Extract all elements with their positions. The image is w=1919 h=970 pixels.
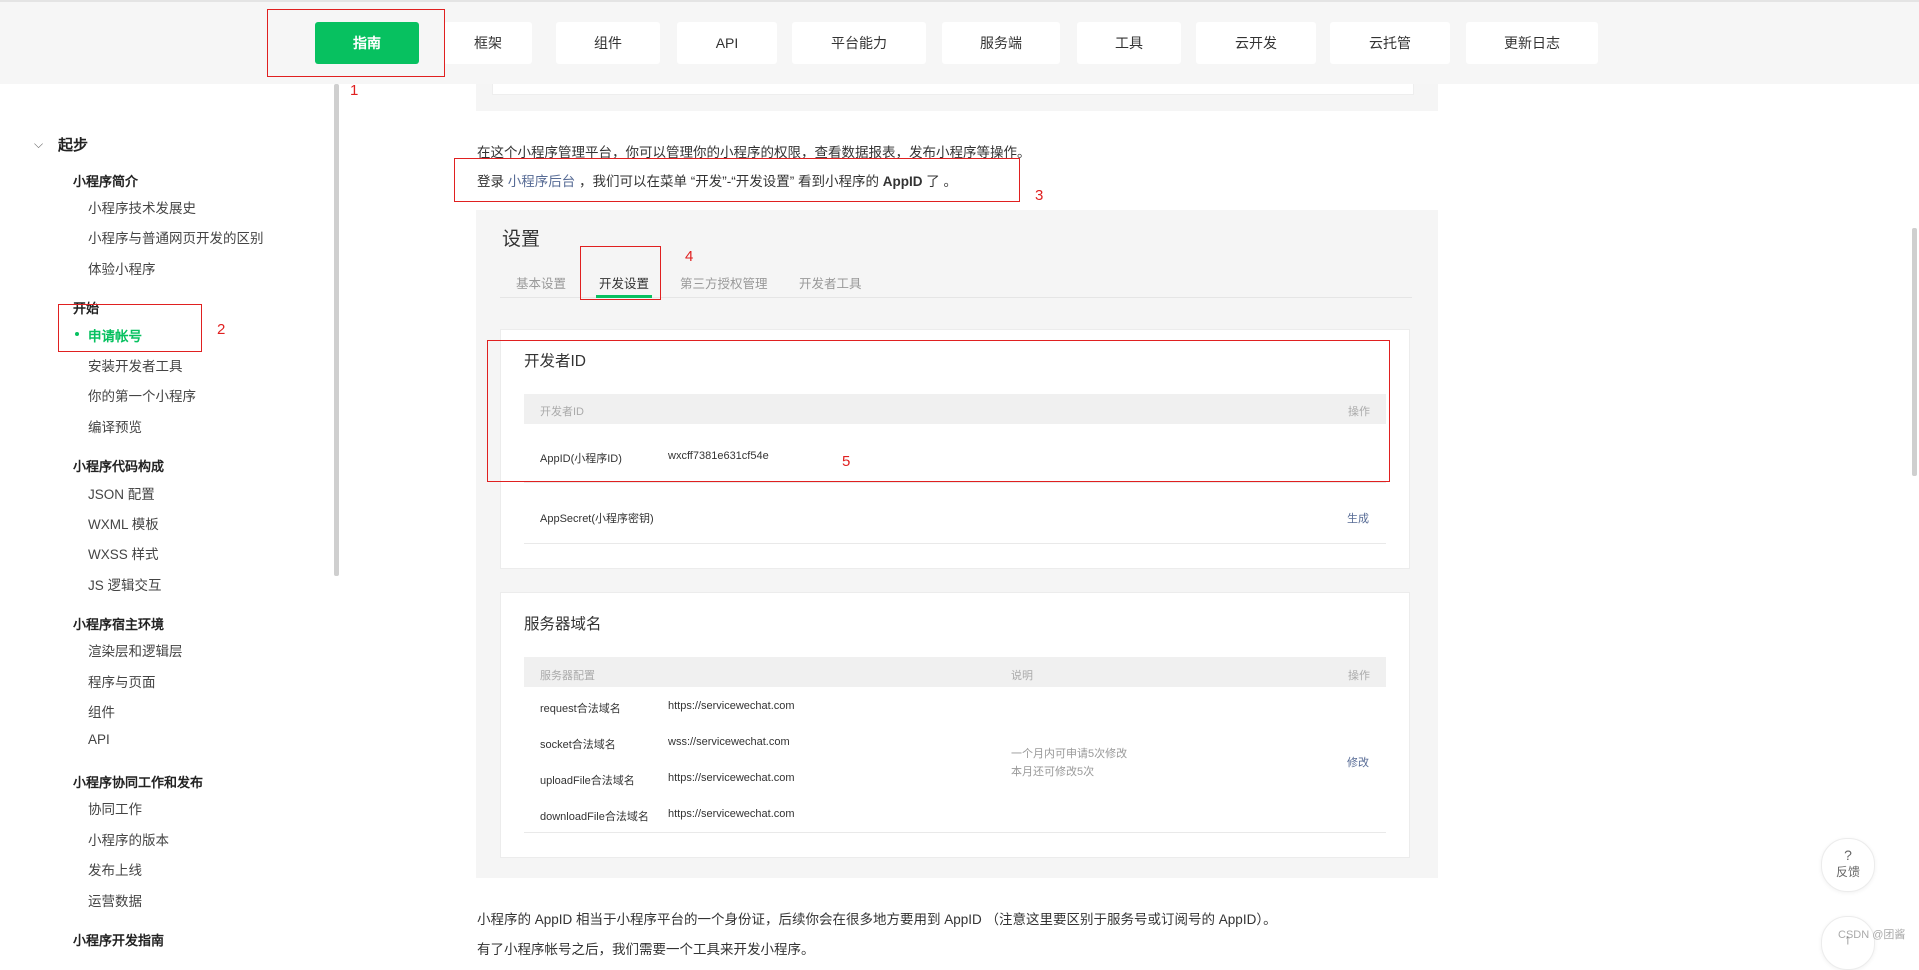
row-divider <box>524 482 1386 483</box>
back-to-top-button[interactable]: ↑ <box>1821 916 1875 970</box>
domain-label: request合法域名 <box>540 703 621 715</box>
annotation-number-3: 3 <box>1035 187 1044 204</box>
sidebar-item[interactable]: 小程序的版本 <box>88 829 169 849</box>
sidebar-item[interactable]: 协同工作 <box>88 798 142 818</box>
annotation-box-4 <box>580 246 661 300</box>
sidebar-item[interactable]: 程序与页面 <box>88 671 156 691</box>
annotation-box-3 <box>454 158 1020 202</box>
sidebar-item[interactable]: WXSS 样式 <box>88 543 159 563</box>
modify-note-line1: 一个月内可申请5次修改 <box>1011 748 1128 760</box>
header-server-config: 服务器配置 <box>540 670 595 682</box>
nav-item-platform[interactable]: 平台能力 <box>792 22 926 64</box>
chevron-down-icon[interactable]: ⌵ <box>34 137 43 152</box>
tab-basic-settings[interactable]: 基本设置 <box>516 273 566 292</box>
nav-item-cloud-dev[interactable]: 云开发 <box>1196 22 1316 64</box>
sidebar-scrollbar[interactable] <box>334 84 339 576</box>
sidebar-item[interactable]: 组件 <box>88 701 115 721</box>
nav-item-tools[interactable]: 工具 <box>1077 22 1181 64</box>
modify-note-line2: 本月还可修改5次 <box>1011 766 1095 778</box>
sidebar-section-title[interactable]: 起步 <box>58 134 88 155</box>
row-divider <box>524 832 1386 833</box>
domain-value: https://servicewechat.com <box>668 772 795 784</box>
appid-explain-paragraph: 小程序的 AppID 相当于小程序平台的一个身份证，后续你会在很多地方要用到 A… <box>477 912 1277 927</box>
help-icon: ? <box>1844 847 1852 863</box>
sidebar-group-title: 小程序开发指南 <box>73 933 165 948</box>
annotation-number-4: 4 <box>685 248 694 265</box>
feedback-label: 反馈 <box>1835 865 1860 879</box>
server-domain-title: 服务器域名 <box>524 616 602 633</box>
domain-value: https://servicewechat.com <box>668 700 795 712</box>
sidebar-item[interactable]: 运营数据 <box>88 890 142 910</box>
nav-item-components[interactable]: 组件 <box>556 22 660 64</box>
domain-value: wss://servicewechat.com <box>668 736 790 748</box>
tab-dev-tools[interactable]: 开发者工具 <box>799 273 862 292</box>
sidebar-item[interactable]: 小程序与普通网页开发的区别 <box>88 227 264 247</box>
annotation-box-2 <box>58 304 202 352</box>
sidebar-group-title: 小程序简介 <box>73 174 139 189</box>
sidebar-item[interactable]: JS 逻辑交互 <box>88 574 162 594</box>
modify-link[interactable]: 修改 <box>1347 754 1369 770</box>
header-action: 操作 <box>1348 670 1370 682</box>
annotation-number-1: 1 <box>350 82 359 99</box>
sidebar-group-title: 小程序代码构成 <box>73 459 165 474</box>
next-step-paragraph: 有了小程序帐号之后，我们需要一个工具来开发小程序。 <box>477 942 815 957</box>
page-scrollbar[interactable] <box>1912 228 1917 476</box>
settings-title: 设置 <box>502 229 541 250</box>
sidebar-item[interactable]: 发布上线 <box>88 859 142 879</box>
sidebar-item[interactable]: 小程序技术发展史 <box>88 197 196 217</box>
annotation-box-5 <box>487 340 1390 482</box>
annotation-box-1 <box>267 9 445 77</box>
sidebar-item[interactable]: API <box>88 732 110 747</box>
sidebar-group-title: 小程序协同工作和发布 <box>73 775 204 790</box>
sidebar-item[interactable]: 渲染层和逻辑层 <box>88 640 183 660</box>
feedback-button[interactable]: ? 反馈 <box>1821 838 1875 892</box>
nav-item-changelog[interactable]: 更新日志 <box>1466 22 1598 64</box>
nav-item-server[interactable]: 服务端 <box>942 22 1060 64</box>
appsecret-label: AppSecret(小程序密钥) <box>540 513 654 525</box>
tab-third-party-auth[interactable]: 第三方授权管理 <box>680 273 768 292</box>
server-table-header <box>524 657 1386 687</box>
row-divider <box>524 543 1386 544</box>
nav-item-cloud-hosting[interactable]: 云托管 <box>1330 22 1450 64</box>
sidebar-item[interactable]: 编译预览 <box>88 416 142 436</box>
previous-image-card <box>492 84 1414 95</box>
generate-secret-link[interactable]: 生成 <box>1347 510 1369 526</box>
sidebar-item[interactable]: 你的第一个小程序 <box>88 385 196 405</box>
header-description: 说明 <box>1011 670 1033 682</box>
sidebar-item[interactable]: JSON 配置 <box>88 483 155 503</box>
watermark: CSDN @团酱 <box>1838 929 1906 941</box>
domain-label: socket合法域名 <box>540 739 616 751</box>
nav-item-framework[interactable]: 框架 <box>444 22 532 64</box>
annotation-number-5: 5 <box>842 453 851 470</box>
nav-item-api[interactable]: API <box>677 22 777 64</box>
sidebar-group-title: 小程序宿主环境 <box>73 617 165 632</box>
sidebar-item[interactable]: WXML 模板 <box>88 513 159 533</box>
sidebar-item[interactable]: 安装开发者工具 <box>88 355 183 375</box>
sidebar-item[interactable]: 体验小程序 <box>88 258 156 278</box>
annotation-number-2: 2 <box>217 321 226 338</box>
domain-label: downloadFile合法域名 <box>540 811 649 823</box>
domain-value: https://servicewechat.com <box>668 808 795 820</box>
domain-label: uploadFile合法域名 <box>540 775 635 787</box>
